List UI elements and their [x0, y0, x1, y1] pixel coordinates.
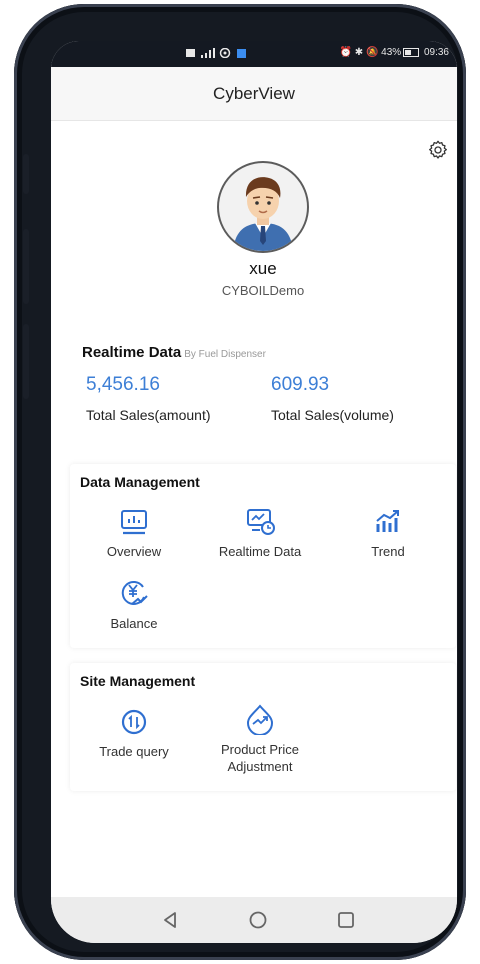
- realtime-data-icon: [247, 509, 275, 535]
- realtime-title: Realtime Data: [82, 344, 182, 361]
- price-adjustment-icon: [246, 704, 274, 735]
- recent-apps-square-icon[interactable]: [335, 909, 357, 931]
- battery-icon: [403, 47, 420, 57]
- bluetooth-icon: ✱: [354, 47, 364, 58]
- total-sales-amount-label: Total Sales(amount): [86, 407, 211, 423]
- phone-volume-button: [23, 229, 29, 304]
- trend-label: Trend: [371, 544, 405, 559]
- status-time: 09:36: [423, 47, 449, 58]
- product-price-adjustment-button[interactable]: Product Price Adjustment: [200, 703, 320, 775]
- battery-percent: 43%: [381, 47, 402, 58]
- site-management-card: Site Management Trade query Product Pric…: [70, 663, 456, 791]
- total-sales-volume-value[interactable]: 609.93: [271, 374, 329, 396]
- app-icon: [237, 48, 247, 58]
- realtime-data-heading: Realtime Data By Fuel Dispenser: [82, 344, 266, 361]
- avatar[interactable]: [217, 161, 309, 253]
- product-price-adjustment-label: Product Price Adjustment: [220, 742, 300, 774]
- realtime-subtitle: By Fuel Dispenser: [184, 349, 266, 360]
- phone-frame: ⏰ ✱ 🔕 43% 09:36 CyberView xue CYBOILDemo…: [14, 4, 466, 960]
- app-header: CyberView: [51, 67, 457, 121]
- user-avatar-illustration: [233, 177, 293, 251]
- realtime-data-button[interactable]: Realtime Data: [200, 507, 320, 560]
- back-triangle-icon[interactable]: [159, 909, 181, 931]
- settings-gear-icon[interactable]: [427, 139, 449, 161]
- status-left-icons: [186, 48, 247, 59]
- system-nav-bar: [51, 897, 457, 943]
- wifi-icon: [219, 48, 230, 59]
- data-management-title: Data Management: [80, 474, 200, 490]
- app-title: CyberView: [213, 84, 295, 103]
- home-circle-icon[interactable]: [247, 909, 269, 931]
- trade-query-icon: [121, 709, 147, 735]
- alarm-icon: ⏰: [339, 47, 352, 58]
- company-name: CYBOILDemo: [221, 283, 305, 298]
- realtime-data-label: Realtime Data: [218, 544, 302, 559]
- total-sales-volume-label: Total Sales(volume): [271, 407, 394, 423]
- data-management-card: Data Management Overview Realtime Data T…: [70, 464, 456, 648]
- balance-button[interactable]: Balance: [74, 577, 194, 632]
- trend-button[interactable]: Trend: [328, 507, 448, 560]
- phone-volume-button: [23, 324, 29, 399]
- overview-button[interactable]: Overview: [74, 507, 194, 560]
- balance-icon: [121, 580, 148, 605]
- notification-icon: [186, 49, 195, 58]
- total-sales-amount-value[interactable]: 5,456.16: [86, 374, 160, 396]
- overview-icon: [121, 510, 147, 535]
- mute-icon: 🔕: [365, 47, 379, 58]
- trend-icon: [376, 510, 399, 532]
- signal-icon: [200, 48, 215, 59]
- app-screen: ⏰ ✱ 🔕 43% 09:36 CyberView xue CYBOILDemo…: [51, 41, 457, 943]
- balance-label: Balance: [110, 616, 158, 631]
- site-management-title: Site Management: [80, 673, 196, 689]
- status-right-icons: ⏰ ✱ 🔕 43% 09:36: [340, 47, 449, 58]
- username: xue: [249, 259, 277, 278]
- trade-query-button[interactable]: Trade query: [74, 707, 194, 760]
- trade-query-label: Trade query: [99, 744, 169, 759]
- phone-side-button: [23, 154, 29, 194]
- overview-label: Overview: [106, 544, 162, 559]
- status-bar: ⏰ ✱ 🔕 43% 09:36: [51, 41, 457, 67]
